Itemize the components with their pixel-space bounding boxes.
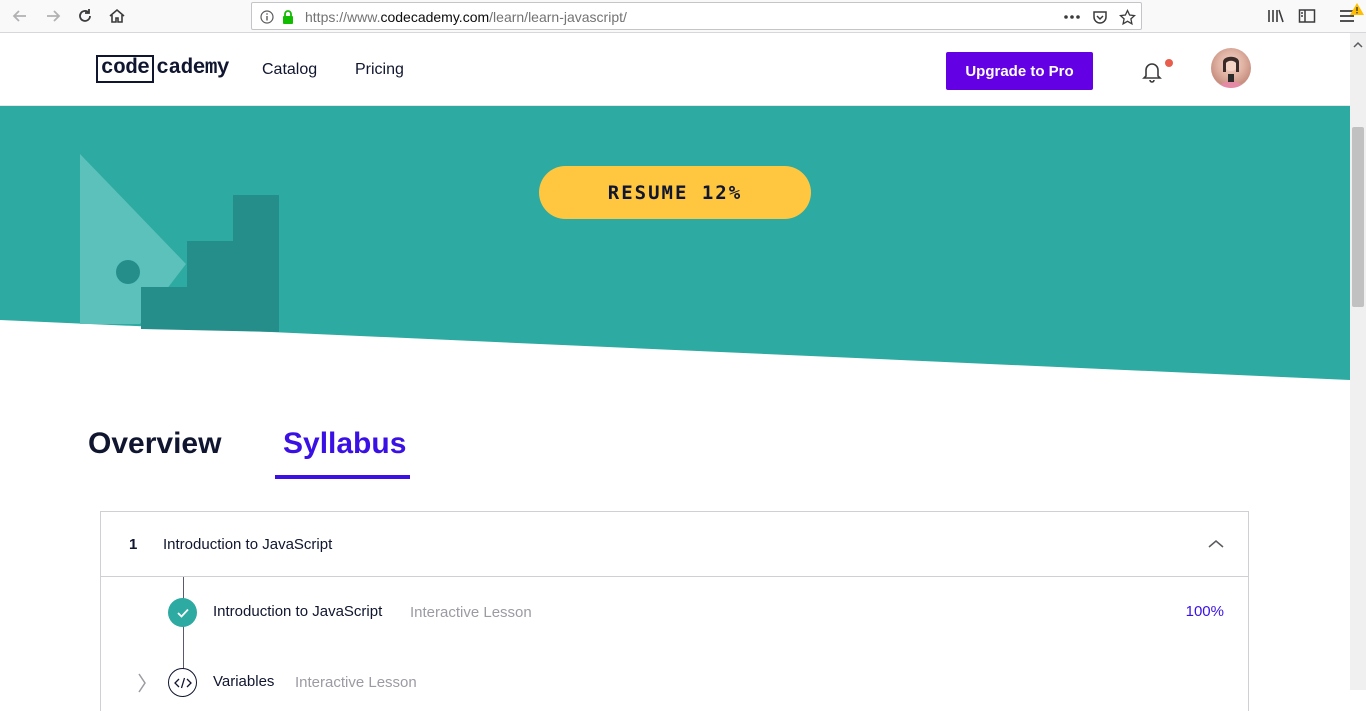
back-button[interactable] — [8, 4, 32, 28]
library-icon[interactable] — [1265, 5, 1287, 27]
more-actions-icon[interactable] — [1063, 8, 1081, 26]
lesson-type: Interactive Lesson — [410, 604, 532, 621]
code-brackets-icon — [168, 668, 197, 697]
browser-toolbar: https://www.codecademy.com/learn/learn-j… — [0, 0, 1366, 33]
lesson-row[interactable]: Introduction to JavaScript Interactive L… — [101, 592, 1248, 632]
notification-dot — [1165, 59, 1173, 67]
sidebar-icon[interactable] — [1296, 5, 1318, 27]
lesson-title: Variables — [213, 673, 275, 690]
page-scrollbar[interactable] — [1350, 33, 1366, 690]
logo-boxed-text: code — [96, 55, 155, 83]
lesson-type: Interactive Lesson — [295, 674, 417, 691]
bookmark-star-icon[interactable] — [1118, 8, 1136, 26]
scroll-up-arrow-icon[interactable] — [1350, 37, 1366, 53]
user-avatar[interactable] — [1211, 48, 1251, 88]
notifications-bell-icon[interactable] — [1139, 58, 1165, 84]
address-bar[interactable]: https://www.codecademy.com/learn/learn-j… — [251, 2, 1142, 30]
home-icon — [109, 8, 125, 23]
module-title: Introduction to JavaScript — [163, 536, 333, 553]
resume-course-button[interactable]: RESUME 12% — [539, 166, 811, 219]
lock-icon[interactable] — [279, 8, 297, 26]
back-arrow-icon — [12, 10, 26, 22]
site-header: code cademy Catalog Pricing Upgrade to Pr… — [0, 33, 1350, 106]
warning-icon — [1350, 2, 1364, 15]
codecademy-logo[interactable]: code cademy — [96, 55, 230, 83]
hero-background — [0, 106, 1350, 380]
url-host: codecademy.com — [380, 9, 490, 25]
lesson-title: Introduction to JavaScript — [213, 603, 383, 620]
chevron-up-icon[interactable] — [1206, 536, 1226, 552]
hero-banner: RESUME 12% — [0, 106, 1350, 380]
active-tab-indicator — [275, 475, 410, 479]
logo-rest-text: cademy — [156, 57, 230, 80]
reload-button[interactable] — [73, 4, 97, 28]
chevron-right-icon[interactable] — [135, 672, 149, 694]
url-text[interactable]: https://www.codecademy.com/learn/learn-j… — [305, 9, 627, 25]
tab-syllabus[interactable]: Syllabus — [283, 427, 406, 461]
reload-icon — [79, 9, 91, 22]
module-number: 1 — [129, 536, 138, 553]
lesson-complete-check-icon — [168, 598, 197, 627]
home-button[interactable] — [105, 4, 129, 28]
tab-overview[interactable]: Overview — [88, 427, 221, 461]
nav-catalog-link[interactable]: Catalog — [262, 61, 317, 79]
nav-pricing-link[interactable]: Pricing — [355, 61, 404, 79]
forward-button[interactable] — [41, 4, 65, 28]
lesson-progress: 100% — [1185, 603, 1224, 620]
scrollbar-thumb[interactable] — [1352, 127, 1364, 307]
info-icon[interactable] — [258, 8, 276, 26]
forward-arrow-icon — [47, 10, 61, 22]
lesson-row[interactable]: Variables Interactive Lesson — [101, 662, 1248, 702]
pocket-icon[interactable] — [1091, 8, 1109, 26]
url-prefix: https://www. — [305, 9, 381, 25]
upgrade-to-pro-button[interactable]: Upgrade to Pro — [946, 52, 1093, 90]
module-header[interactable]: 1 Introduction to JavaScript — [101, 512, 1248, 577]
syllabus-panel: 1 Introduction to JavaScript Introductio… — [100, 511, 1249, 711]
url-path: /learn/learn-javascript/ — [489, 9, 627, 25]
